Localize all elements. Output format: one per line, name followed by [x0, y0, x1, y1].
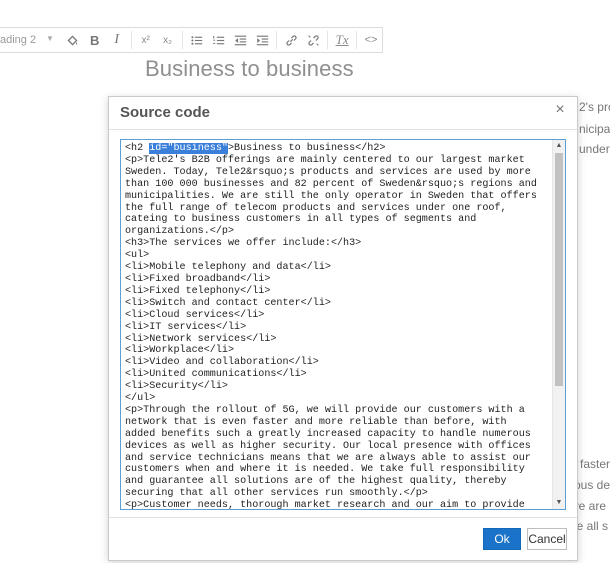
dialog-title: Source code: [120, 104, 211, 121]
toolbar-divider: [130, 31, 132, 49]
dialog-footer: Ok Cancel: [109, 517, 577, 560]
bullet-list-icon: [191, 35, 203, 45]
source-code-textarea[interactable]: <h2 id="business">Business to business</…: [120, 139, 566, 510]
vertical-scrollbar[interactable]: ▲ ▼: [552, 140, 565, 509]
clear-formatting-button[interactable]: Tx: [331, 28, 353, 52]
paint-bucket-icon: [67, 35, 78, 45]
toolbar-divider: [181, 31, 183, 49]
bold-button[interactable]: B: [84, 28, 106, 52]
scroll-up-arrow-icon[interactable]: ▲: [553, 140, 565, 152]
document-text-fragment: under: [579, 142, 610, 156]
superscript-button[interactable]: x²: [135, 28, 157, 52]
block-format-value: ading 2: [0, 34, 37, 46]
numbered-list-icon: [213, 35, 225, 44]
toolbar-divider: [327, 31, 329, 49]
outdent-icon: [234, 35, 247, 45]
document-text-fragment: 2's pro: [579, 100, 610, 114]
document-heading: Business to business: [145, 56, 354, 81]
link-icon: [286, 34, 297, 46]
code-line-prefix: <h2: [125, 143, 150, 154]
outdent-button[interactable]: [229, 28, 251, 52]
insert-link-button[interactable]: [280, 28, 302, 52]
unlink-icon: [307, 34, 319, 46]
dialog-header: Source code ×: [109, 97, 577, 130]
subscript-button[interactable]: x₂: [157, 28, 179, 52]
document-text-fragment: nicipal: [579, 122, 610, 136]
code-line-suffix: >Business to business</h2>: [227, 143, 386, 154]
selected-text: id="business": [149, 143, 228, 154]
indent-icon: [256, 35, 268, 45]
scroll-down-arrow-icon[interactable]: ▼: [553, 497, 565, 509]
source-code-dialog: Source code × <h2 id="business">Business…: [108, 96, 578, 561]
chevron-down-icon: ▼: [46, 34, 54, 43]
source-code-button[interactable]: <>: [360, 28, 382, 52]
text-color-button[interactable]: [62, 28, 84, 52]
numbered-list-button[interactable]: [207, 28, 229, 52]
scrollbar-thumb[interactable]: [555, 153, 563, 386]
indent-button[interactable]: [251, 28, 273, 52]
code-body: <p>Tele2's B2B offerings are mainly cent…: [125, 154, 537, 510]
close-icon[interactable]: ×: [553, 102, 567, 118]
toolbar-divider: [276, 31, 278, 49]
bullet-list-button[interactable]: [186, 28, 208, 52]
unlink-button[interactable]: [302, 28, 324, 52]
block-format-select[interactable]: ading 2 ▼: [0, 28, 62, 52]
cancel-button[interactable]: Cancel: [527, 528, 567, 550]
toolbar-divider: [356, 31, 358, 49]
editor-toolbar: ading 2 ▼ B I x² x₂ Tx <>: [0, 27, 383, 53]
italic-button[interactable]: I: [106, 28, 128, 52]
source-code-content: <h2 id="business">Business to business</…: [125, 143, 549, 509]
ok-button[interactable]: Ok: [483, 528, 521, 550]
